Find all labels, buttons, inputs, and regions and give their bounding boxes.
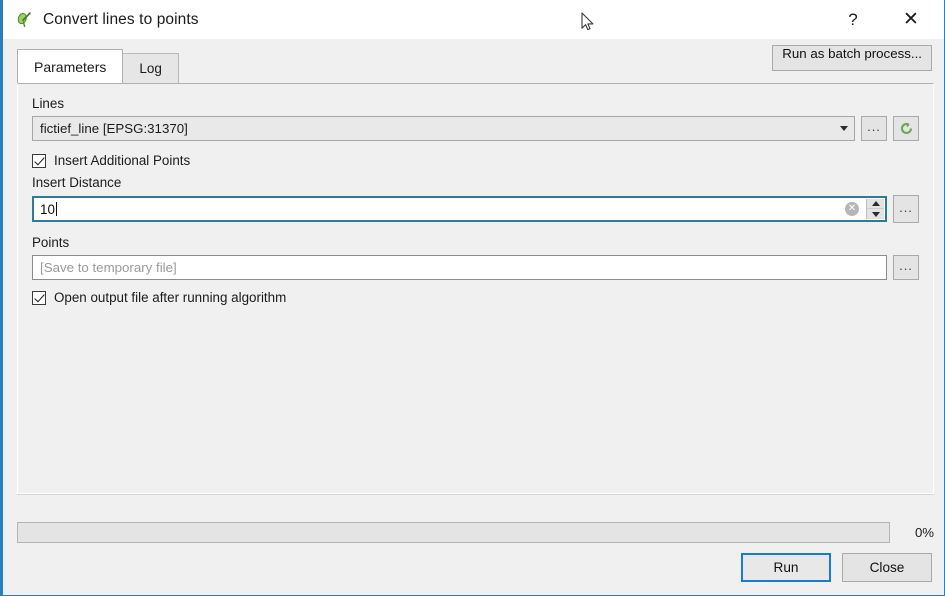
- iterate-features-icon: [900, 122, 912, 135]
- iterate-features-button[interactable]: [893, 116, 919, 141]
- close-button[interactable]: Close: [842, 553, 932, 582]
- spinner-down-button[interactable]: [867, 209, 884, 219]
- progress-bar: [17, 521, 890, 543]
- checkbox-box: [32, 153, 46, 168]
- points-label: Points: [32, 235, 70, 250]
- open-output-label: Open output file after running algorithm: [54, 290, 287, 305]
- tab-list: Parameters Log: [17, 49, 179, 83]
- window-title: Convert lines to points: [43, 10, 199, 28]
- tab-parameters[interactable]: Parameters: [17, 49, 124, 83]
- parameters-panel: Lines fictief_line [EPSG:31370] ... Inse…: [17, 83, 934, 494]
- points-browse-button[interactable]: ...: [893, 255, 919, 280]
- dialog-window: Convert lines to points ? ✕ Parameters L…: [0, 0, 945, 596]
- lines-label: Lines: [32, 96, 65, 111]
- run-button[interactable]: Run: [741, 553, 831, 582]
- lines-row: fictief_line [EPSG:31370] ...: [32, 116, 919, 141]
- run-as-batch-button[interactable]: Run as batch process...: [772, 45, 932, 71]
- qgis-logo-icon: [14, 10, 34, 30]
- chevron-down-icon: [834, 117, 854, 140]
- spinner-up-button[interactable]: [867, 199, 884, 209]
- help-button[interactable]: ?: [830, 0, 876, 39]
- points-output-input[interactable]: [Save to temporary file]: [32, 255, 887, 280]
- open-output-checkbox[interactable]: Open output file after running algorithm: [32, 290, 919, 305]
- clear-icon[interactable]: ✕: [845, 202, 859, 216]
- tab-log[interactable]: Log: [122, 53, 179, 83]
- progress-percent-label: 0%: [914, 524, 934, 540]
- insert-distance-spinbox[interactable]: 10 ✕: [32, 196, 887, 222]
- spinner-arrows: [866, 199, 884, 219]
- insert-distance-row: 10 ✕ ...: [32, 195, 919, 223]
- points-row: [Save to temporary file] ...: [32, 255, 919, 280]
- points-output-placeholder: [Save to temporary file]: [40, 260, 177, 275]
- parameters-content: Lines fictief_line [EPSG:31370] ... Inse…: [18, 84, 933, 493]
- insert-distance-value: 10: [40, 201, 57, 217]
- insert-additional-points-checkbox[interactable]: Insert Additional Points: [32, 153, 919, 168]
- insert-distance-expression-button[interactable]: ...: [893, 195, 919, 223]
- lines-combobox-value: fictief_line [EPSG:31370]: [40, 121, 188, 136]
- text-cursor: [55, 201, 57, 216]
- close-window-button[interactable]: ✕: [888, 0, 934, 39]
- lines-browse-button[interactable]: ...: [861, 116, 887, 141]
- title-bar: Convert lines to points ? ✕: [3, 0, 944, 39]
- checkbox-box: [32, 290, 46, 305]
- progress-row: 0%: [17, 521, 934, 543]
- dialog-footer: Run Close: [741, 553, 932, 582]
- insert-additional-points-label: Insert Additional Points: [54, 153, 191, 168]
- insert-distance-label: Insert Distance: [32, 175, 122, 190]
- lines-combobox[interactable]: fictief_line [EPSG:31370]: [32, 116, 855, 141]
- tab-bar: Parameters Log Run as batch process...: [6, 39, 943, 83]
